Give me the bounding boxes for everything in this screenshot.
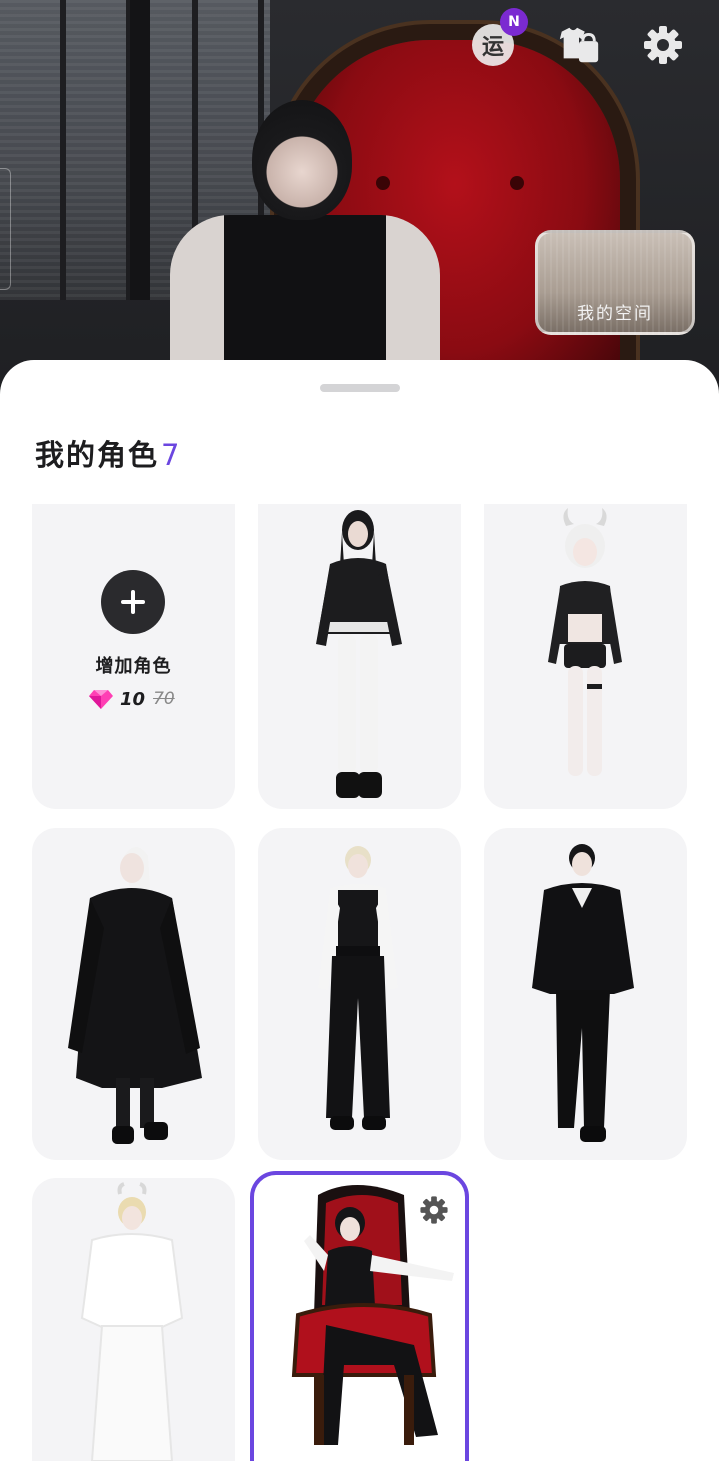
- original-price: 70: [153, 689, 175, 709]
- character-settings-button[interactable]: [419, 1195, 449, 1229]
- my-space-label: 我的空间: [577, 304, 653, 324]
- add-button[interactable]: [101, 570, 165, 634]
- shirt-bag-icon: [559, 27, 599, 63]
- sheet-drag-handle[interactable]: [320, 384, 400, 392]
- fortune-label: 运: [481, 35, 504, 60]
- add-character-card[interactable]: 增加角色 10 70: [32, 504, 235, 809]
- character-card[interactable]: [484, 828, 687, 1160]
- settings-button[interactable]: [640, 22, 686, 68]
- character-sheet: 我的角色7 增加角色 10 70: [0, 360, 719, 1461]
- current-price: 10: [120, 688, 146, 710]
- character-card[interactable]: [32, 1178, 235, 1461]
- character-avatar: [80, 1182, 184, 1461]
- scene-window-frame: [130, 0, 150, 300]
- character-count: 7: [161, 438, 182, 472]
- wardrobe-button[interactable]: [556, 22, 602, 68]
- character-card-selected[interactable]: [250, 1171, 469, 1461]
- add-character-label: 增加角色: [95, 656, 172, 677]
- avatar-scene[interactable]: 运 N 我的空间: [0, 0, 719, 420]
- character-avatar: [548, 508, 622, 776]
- character-avatar: [532, 844, 634, 1142]
- avatar-head: [252, 100, 352, 220]
- gem-icon: [89, 690, 113, 709]
- character-card[interactable]: [484, 504, 687, 809]
- plus-icon: [121, 590, 145, 614]
- sheet-title-text: 我的角色: [35, 438, 160, 472]
- throne-button-tuft: [510, 176, 524, 190]
- throne-button-tuft: [376, 176, 390, 190]
- character-avatar: [68, 847, 202, 1144]
- app-screen: 运 N 我的空间 我的角色7 增加角色 10 70: [0, 0, 719, 1461]
- price-row: 10 70: [88, 688, 175, 710]
- gear-icon: [644, 26, 682, 64]
- character-avatar: [316, 510, 402, 798]
- side-drawer-tab[interactable]: [0, 168, 11, 290]
- my-space-card[interactable]: 我的空间: [535, 230, 695, 335]
- character-avatar: [318, 846, 398, 1130]
- new-badge: N: [500, 8, 528, 36]
- character-card[interactable]: [258, 504, 461, 809]
- gear-icon: [420, 1196, 448, 1224]
- character-card[interactable]: [258, 828, 461, 1160]
- sheet-title: 我的角色7: [35, 432, 181, 474]
- character-card[interactable]: [32, 828, 235, 1160]
